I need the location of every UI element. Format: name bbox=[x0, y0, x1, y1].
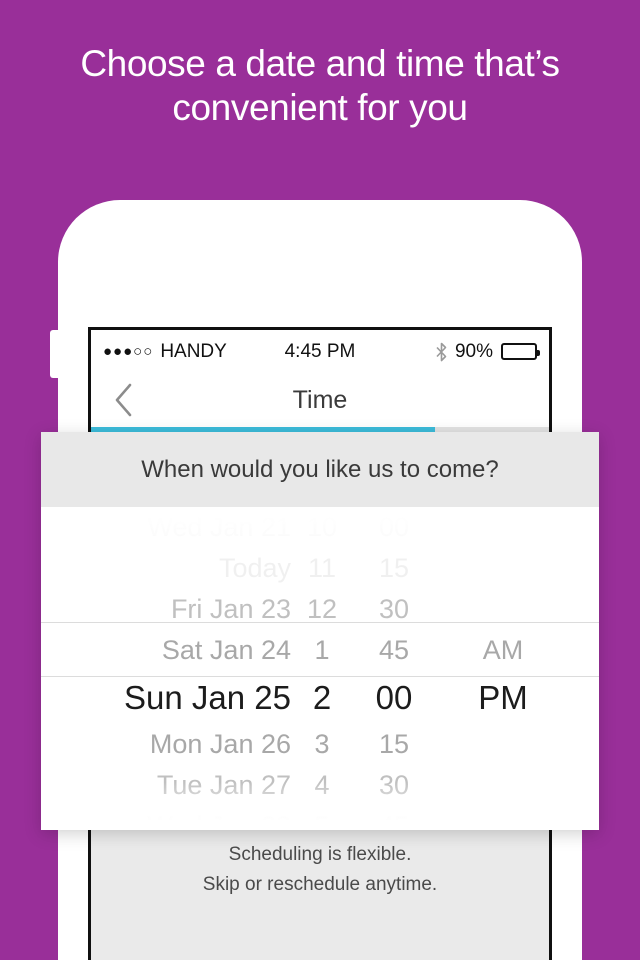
battery-percent-label: 90% bbox=[454, 340, 493, 362]
picker-cell-minute: 30 bbox=[378, 770, 410, 800]
picker-cell-date: Wed Jan 21 bbox=[147, 512, 291, 542]
picker-row[interactable]: Today 11 15 bbox=[41, 548, 599, 589]
picker-row[interactable]: Wed Jan 21 10 00 bbox=[41, 507, 599, 548]
date-time-picker-sheet: When would you like us to come? Wed Jan … bbox=[41, 432, 599, 830]
picker-cell-minute: 30 bbox=[378, 594, 410, 624]
status-bar-left: ●●●○○ HANDY bbox=[103, 341, 227, 363]
picker-cell-date: Fri Jan 23 bbox=[170, 594, 291, 624]
picker-rows[interactable]: Wed Jan 21 10 00 Today 11 15 Fri Jan 23 12 30 Sat… bbox=[41, 507, 599, 830]
picker-row[interactable]: Sat Jan 24 1 45 AM bbox=[41, 630, 599, 671]
picker-cell-ampm: AM bbox=[482, 635, 524, 665]
scheduling-hint: Scheduling is flexible. Skip or reschedu… bbox=[202, 844, 438, 895]
picker-cell-hour: 4 bbox=[314, 770, 330, 800]
picker-cell-minute: 00 bbox=[375, 678, 413, 716]
picker-cell-ampm: PM bbox=[478, 678, 528, 716]
sheet-header: When would you like us to come? bbox=[41, 432, 599, 507]
picker-cell-date: Today bbox=[218, 553, 291, 583]
sheet-header-title: When would you like us to come? bbox=[141, 455, 499, 483]
status-bar: ●●●○○ HANDY 4:45 PM 90% bbox=[91, 330, 549, 373]
picker-cell-hour: 1 bbox=[314, 635, 330, 665]
picker-cell-minute: 45 bbox=[378, 635, 410, 665]
picker-cell-hour: 3 bbox=[314, 729, 330, 759]
carrier-label: HANDY bbox=[160, 340, 227, 362]
picker-row[interactable]: Mon Jan 26 3 15 bbox=[41, 724, 599, 765]
back-chevron-icon[interactable] bbox=[113, 383, 135, 417]
picker-cell-hour: 11 bbox=[307, 553, 337, 583]
picker-cell-hour: 12 bbox=[306, 594, 338, 624]
picker-cell-minute: 00 bbox=[378, 512, 410, 542]
nav-title: Time bbox=[292, 385, 348, 414]
picker-row[interactable]: Wed Jan 28 5 45 bbox=[41, 806, 599, 830]
nav-bar: Time bbox=[91, 373, 549, 427]
picker-cell-date: Sun Jan 25 bbox=[124, 678, 291, 716]
page-title: Choose a date and time that’s convenient… bbox=[80, 43, 560, 128]
bluetooth-icon bbox=[436, 342, 447, 361]
picker-cell-hour: 5 bbox=[314, 811, 330, 830]
picker-cell-minute: 15 bbox=[378, 729, 410, 759]
picker-cell-hour: 2 bbox=[312, 678, 332, 716]
date-time-picker[interactable]: Wed Jan 21 10 00 Today 11 15 Fri Jan 23 12 30 Sat… bbox=[41, 507, 599, 830]
picker-row[interactable]: Fri Jan 23 12 30 bbox=[41, 589, 599, 630]
picker-cell-minute: 15 bbox=[378, 553, 410, 583]
phone-volume-button bbox=[50, 330, 60, 378]
status-bar-right: 90% bbox=[436, 340, 540, 363]
picker-cell-minute: 45 bbox=[378, 811, 410, 830]
picker-cell-hour: 10 bbox=[306, 512, 338, 542]
picker-cell-date: Tue Jan 27 bbox=[156, 770, 291, 800]
battery-icon bbox=[501, 343, 540, 360]
picker-cell-date: Sat Jan 24 bbox=[161, 635, 291, 665]
picker-cell-date: Mon Jan 26 bbox=[149, 729, 291, 759]
picker-row[interactable]: Tue Jan 27 4 30 bbox=[41, 765, 599, 806]
picker-row-selected[interactable]: Sun Jan 25 2 00 PM bbox=[41, 671, 599, 724]
picker-cell-date: Wed Jan 28 bbox=[147, 811, 291, 830]
signal-strength-icon: ●●●○○ bbox=[103, 343, 154, 360]
